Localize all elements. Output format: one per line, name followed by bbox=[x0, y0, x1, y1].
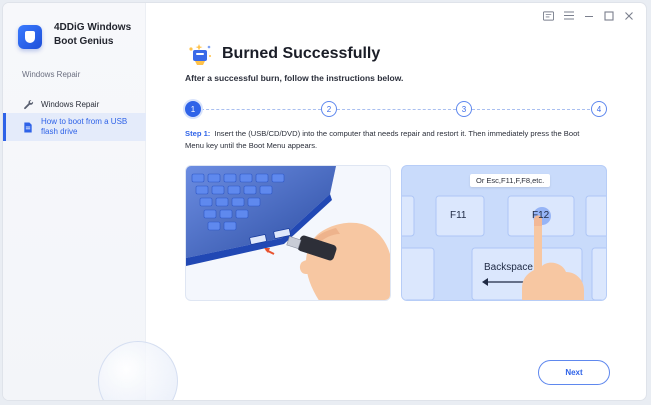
page-subtitle: After a successful burn, follow the inst… bbox=[185, 73, 404, 83]
app-window: 4DDiG Windows Boot Genius Windows Repair… bbox=[2, 2, 647, 401]
key-f12-label: F12 bbox=[532, 210, 550, 221]
step-description: Insert the (USB/CD/DVD) into the compute… bbox=[185, 129, 580, 150]
step-indicator: 1 2 3 4 bbox=[185, 99, 613, 119]
step-2: 2 bbox=[321, 101, 337, 117]
sidebar-item-label: How to boot from a USB flash drive bbox=[41, 117, 128, 136]
usb-insert-illustration bbox=[185, 165, 391, 301]
key-backspace-label: Backspace bbox=[484, 262, 533, 273]
keyboard-tooltip: Or Esc,F11,F,F8,etc. bbox=[470, 174, 551, 187]
app-logo: 4DDiG Windows Boot Genius bbox=[18, 21, 138, 53]
boot-key-illustration: Or Esc,F11,F,F8,etc. F11 F12 Backspace bbox=[401, 165, 607, 301]
app-name: 4DDiG Windows Boot Genius bbox=[54, 22, 132, 47]
sidebar-item-boot-from-usb[interactable]: How to boot from a USB flash drive bbox=[3, 113, 146, 141]
step-instructions: Step 1: Insert the (USB/CD/DVD) into the… bbox=[185, 128, 595, 152]
sidebar-item-label: Windows Repair bbox=[41, 99, 100, 109]
sidebar: 4DDiG Windows Boot Genius Windows Repair… bbox=[3, 3, 178, 400]
step-4: 4 bbox=[591, 101, 607, 117]
step-connector bbox=[337, 109, 456, 110]
step-connector bbox=[472, 109, 590, 110]
page-title: Burned Successfully bbox=[222, 45, 381, 62]
success-illustration-icon bbox=[187, 43, 213, 67]
document-icon bbox=[22, 121, 34, 133]
main-content: Burned Successfully After a successful b… bbox=[147, 3, 646, 400]
key-f11-label: F11 bbox=[450, 210, 467, 221]
sidebar-section-title: Windows Repair bbox=[22, 70, 81, 79]
next-button[interactable]: Next bbox=[538, 360, 610, 385]
step-label: Step 1: bbox=[185, 129, 211, 138]
step-1: 1 bbox=[185, 101, 201, 117]
step-connector bbox=[201, 109, 321, 110]
step-3: 3 bbox=[456, 101, 472, 117]
wrench-icon bbox=[22, 98, 34, 110]
app-logo-icon bbox=[18, 25, 42, 49]
